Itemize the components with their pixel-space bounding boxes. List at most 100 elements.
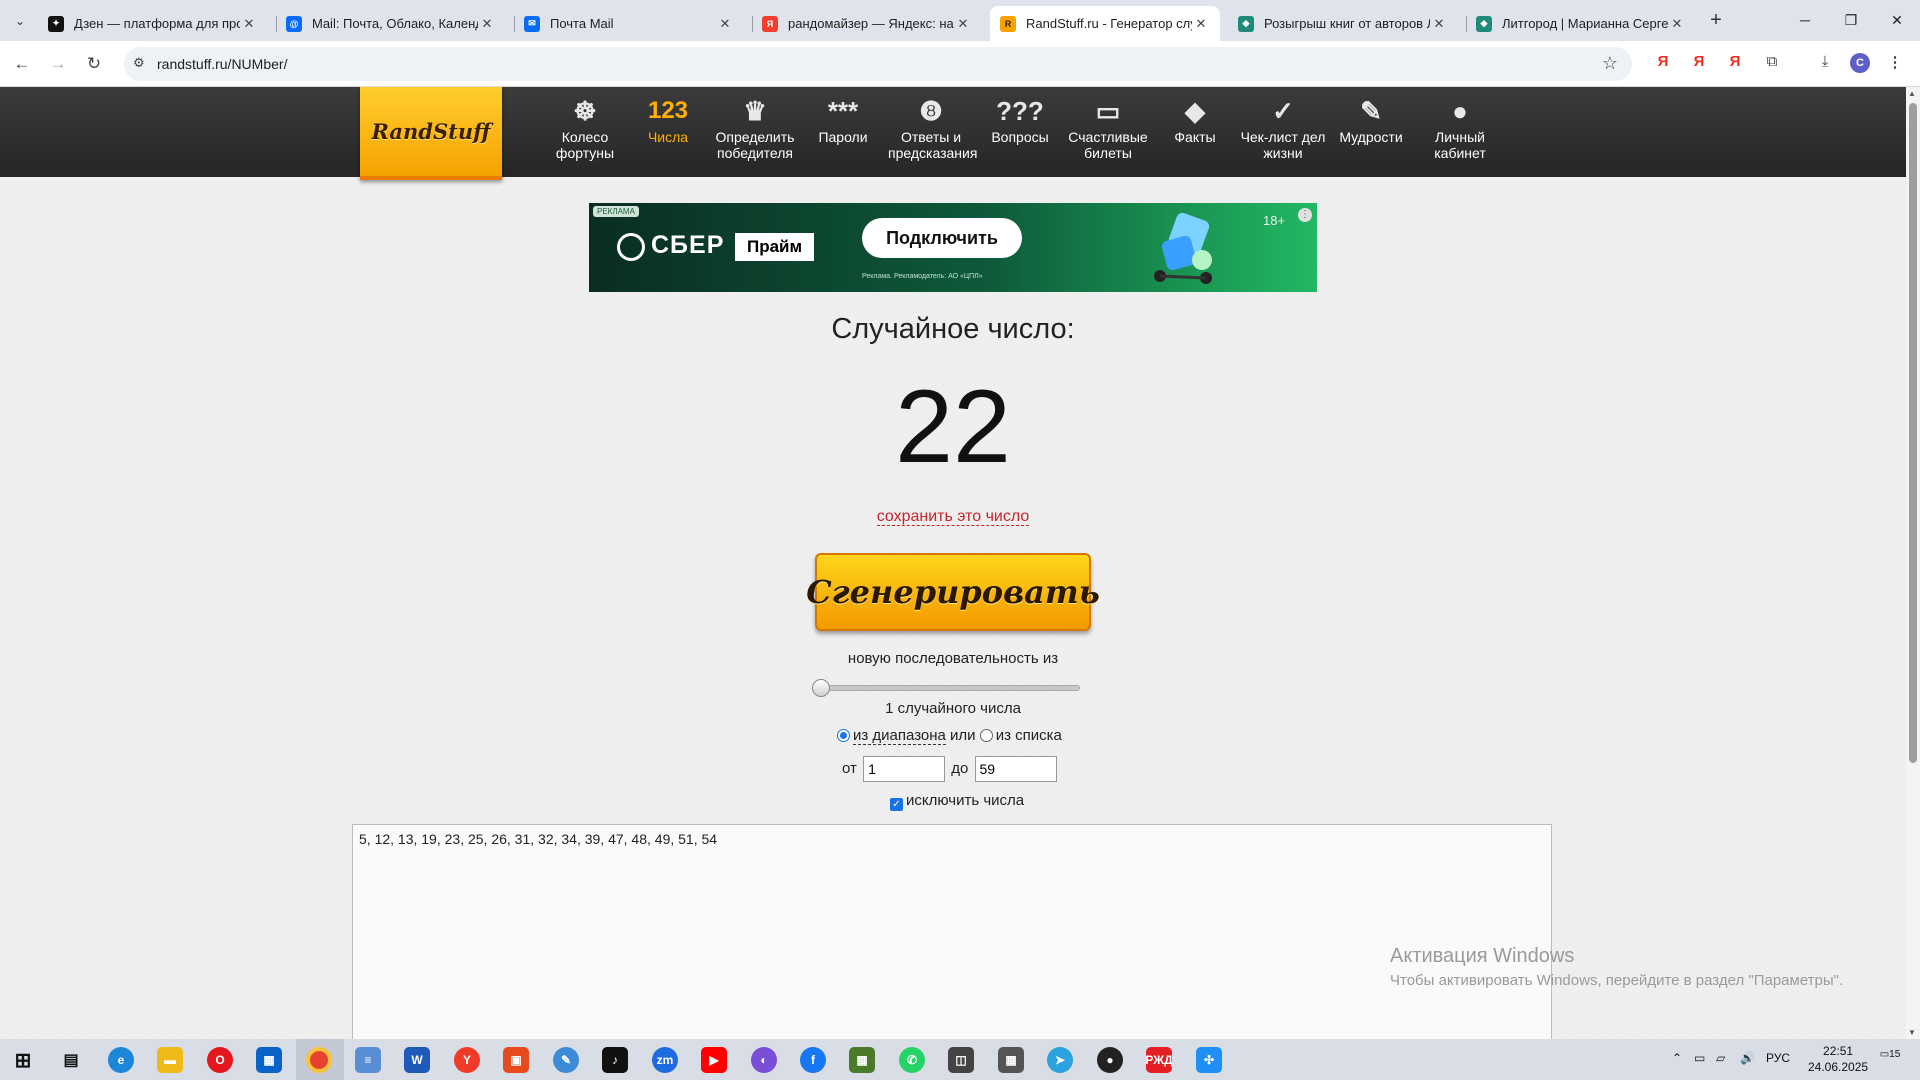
nav-questions[interactable]: ??? Вопросы [977,93,1063,173]
page-scrollbar[interactable]: ▲ ▼ [1906,87,1920,1039]
list-mode-label[interactable]: из списка [996,727,1062,744]
bookmark-star-icon[interactable]: ☆ [1602,53,1618,74]
screen-recorder-icon[interactable]: ◫ [948,1047,974,1073]
tray-chevron-icon[interactable]: ⌃ [1672,1051,1682,1065]
yandex-extension-icon[interactable]: Я [1688,53,1710,75]
restore-icon[interactable]: ❐ [1828,8,1874,32]
chrome-icon[interactable] [306,1047,332,1073]
tab-yandex-search[interactable]: Я рандомайзер — Яндекс: нашл ✕ [752,6,982,41]
range-mode-label[interactable]: из диапазона [853,727,946,745]
site-logo[interactable]: RandStuff [360,87,502,180]
address-bar[interactable]: ⚙ randstuff.ru/NUMber/ ☆ [124,47,1632,81]
close-icon[interactable]: ✕ [1430,16,1448,32]
store-icon[interactable]: ▦ [256,1047,282,1073]
maps-pin-icon[interactable]: ● [1097,1047,1123,1073]
menu-dots-icon[interactable]: ⋮ [1884,53,1906,75]
file-explorer-icon[interactable]: ▬ [157,1047,183,1073]
tab-dzen[interactable]: ✦ Дзен — платформа для просм ✕ [38,6,268,41]
save-number-link[interactable]: сохранить это число [876,508,1030,526]
back-arrow-icon[interactable]: ← [10,52,34,76]
youtube-icon[interactable]: ▶ [701,1047,727,1073]
clock[interactable]: 22:51 24.06.2025 [1808,1043,1868,1075]
tiktok-icon[interactable]: ♪ [602,1047,628,1073]
task-view-icon[interactable]: ▤ [58,1047,84,1073]
tab-search-chevron-icon[interactable]: ⌄ [8,9,32,33]
tor-icon[interactable]: ◐ [751,1047,777,1073]
close-icon[interactable]: ✕ [240,16,258,32]
site-info-icon[interactable]: ⚙ [133,55,145,71]
new-tab-button[interactable]: + [1704,9,1728,33]
nav-lucky-tickets[interactable]: ▭ Счастливые билеты [1065,93,1151,173]
language-indicator[interactable]: РУС [1766,1051,1790,1065]
slider-track[interactable] [815,685,1080,691]
edge-icon[interactable]: e [108,1047,134,1073]
scroll-up-icon[interactable]: ▲ [1908,89,1916,98]
ad-tag: РЕКЛАМА [593,206,639,217]
exclude-checkbox[interactable]: ✓ [890,798,903,811]
tab-randstuff[interactable]: R RandStuff.ru - Генератор случа ✕ [990,6,1220,41]
tab-book-giveaway[interactable]: ◆ Розыгрыш книг от авторов Ли ✕ [1228,6,1458,41]
yandex-extension-icon[interactable]: Я [1652,53,1674,75]
url-text[interactable]: randstuff.ru/NUMber/ [157,56,287,72]
nav-numbers[interactable]: 123 Числа [625,93,711,173]
slider-handle[interactable] [812,679,830,697]
ad-banner[interactable]: РЕКЛАМА СБЕР Прайм Подключить Реклама. Р… [589,203,1317,292]
close-icon[interactable]: ✕ [478,16,496,32]
paint-icon[interactable]: ✎ [553,1047,579,1073]
excluded-numbers-textarea[interactable]: 5, 12, 13, 19, 23, 25, 26, 31, 32, 34, 3… [352,824,1552,1039]
close-icon[interactable]: ✕ [954,16,972,32]
nav-answers[interactable]: ❽ Ответы и предсказания [888,93,977,173]
start-windows-icon[interactable]: ⊞ [10,1047,36,1073]
forward-arrow-icon[interactable]: → [46,52,70,76]
app-icon[interactable]: ▦ [849,1047,875,1073]
download-icon[interactable]: ⤓ [1814,53,1836,75]
notifications-icon[interactable]: ▭15 [1878,1049,1902,1071]
notepad-icon[interactable]: ≡ [355,1047,381,1073]
close-icon[interactable]: ✕ [716,16,734,32]
scrollbar-thumb[interactable] [1909,103,1917,763]
extensions-puzzle-icon[interactable]: ⧉ [1761,53,1783,75]
opera-icon[interactable]: O [207,1047,233,1073]
generate-button[interactable]: Сгенерировать [806,553,1100,631]
tab-mail[interactable]: ✉ Почта Mail ✕ [514,6,744,41]
to-input[interactable] [974,756,1057,782]
nav-facts[interactable]: ◆ Факты [1152,93,1238,173]
zoom-icon[interactable]: zm [652,1047,678,1073]
nav-wheel-of-fortune[interactable]: ☸ Колесо фортуны [542,93,628,173]
reload-icon[interactable]: ↻ [82,52,106,76]
tab-mail-cloud[interactable]: @ Mail: Почта, Облако, Календар ✕ [276,6,506,41]
photo-app-icon[interactable]: ▣ [503,1047,529,1073]
volume-icon[interactable]: 🔊 [1740,1051,1755,1065]
close-icon[interactable]: ✕ [1192,16,1210,32]
from-input[interactable] [863,756,946,782]
scroll-down-icon[interactable]: ▼ [1908,1028,1916,1037]
nav-account[interactable]: ● Личный кабинет [1417,93,1503,173]
count-slider[interactable] [812,679,1080,697]
exclude-label[interactable]: исключить числа [906,792,1024,809]
ad-more-icon[interactable]: ⋮ [1298,208,1312,222]
facebook-icon[interactable]: f [800,1047,826,1073]
rzd-icon[interactable]: РЖД [1145,1047,1173,1073]
minimize-icon[interactable]: ─ [1782,8,1828,32]
close-window-icon[interactable]: ✕ [1874,8,1920,32]
list-radio[interactable] [979,729,993,742]
network-icon[interactable]: ▱ [1716,1051,1725,1065]
nav-winner[interactable]: ♛ Определить победителя [712,93,798,173]
range-radio[interactable] [837,729,850,742]
yandex-extension-icon[interactable]: Я [1724,53,1746,75]
telegram-icon[interactable]: ➤ [1047,1047,1073,1073]
exclude-option: ✓ исключить числа [890,792,1024,811]
profile-avatar[interactable]: C [1850,53,1870,73]
tab-litgorod[interactable]: ◆ Литгород | Марианна Сергеев ✕ [1466,6,1696,41]
nav-wisdom[interactable]: ✎ Мудрости [1328,93,1414,173]
word-icon[interactable]: W [404,1047,430,1073]
calculator-icon[interactable]: ▦ [998,1047,1024,1073]
ad-cta-button[interactable]: Подключить [862,218,1022,258]
close-icon[interactable]: ✕ [1668,16,1686,32]
nav-passwords[interactable]: *** Пароли [800,93,886,173]
app-grid-icon[interactable]: ✣ [1196,1047,1222,1073]
whatsapp-icon[interactable]: ✆ [899,1047,925,1073]
nav-checklist[interactable]: ✓ Чек-лист дел жизни [1240,93,1326,173]
tray-meet-icon[interactable]: ▭ [1694,1051,1705,1065]
yandex-browser-icon[interactable]: Y [454,1047,480,1073]
